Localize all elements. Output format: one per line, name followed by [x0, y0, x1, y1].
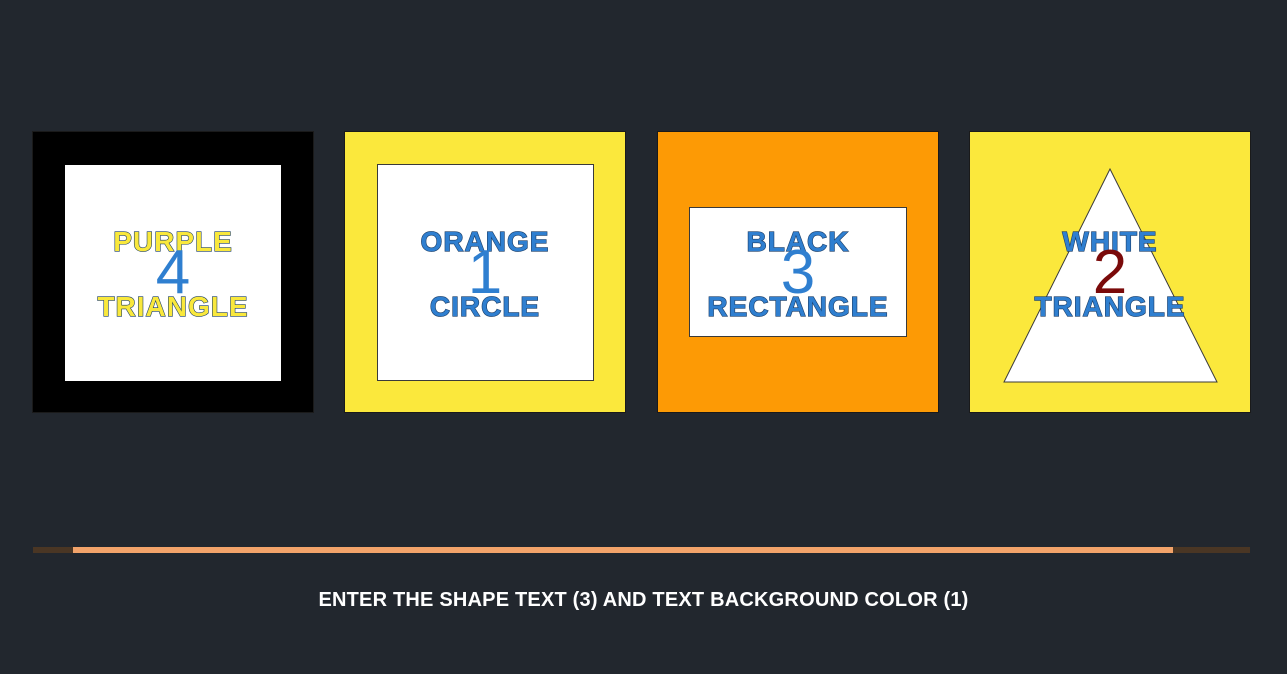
- shape-card-2[interactable]: ORANGE 1 CIRCLE: [344, 131, 626, 413]
- shape-card-4[interactable]: WHITE 2 TRIANGLE: [969, 131, 1251, 413]
- card-text-line2: RECTANGLE: [707, 291, 889, 322]
- card-text-line2: CIRCLE: [429, 291, 541, 322]
- card-text-line2: TRIANGLE: [1034, 291, 1186, 322]
- timer-progress-fill: [73, 547, 1173, 553]
- timer-progress-bar: [33, 547, 1250, 553]
- card-text-line2: TRIANGLE: [97, 291, 249, 322]
- shape-card-1[interactable]: PURPLE 4 TRIANGLE: [32, 131, 314, 413]
- shape-card-3[interactable]: BLACK 3 RECTANGLE: [657, 131, 939, 413]
- game-screen: PURPLE 4 TRIANGLE ORANGE 1 CIRCLE BLACK …: [0, 0, 1287, 674]
- instruction-text: ENTER THE SHAPE TEXT (3) AND TEXT BACKGR…: [318, 589, 969, 611]
